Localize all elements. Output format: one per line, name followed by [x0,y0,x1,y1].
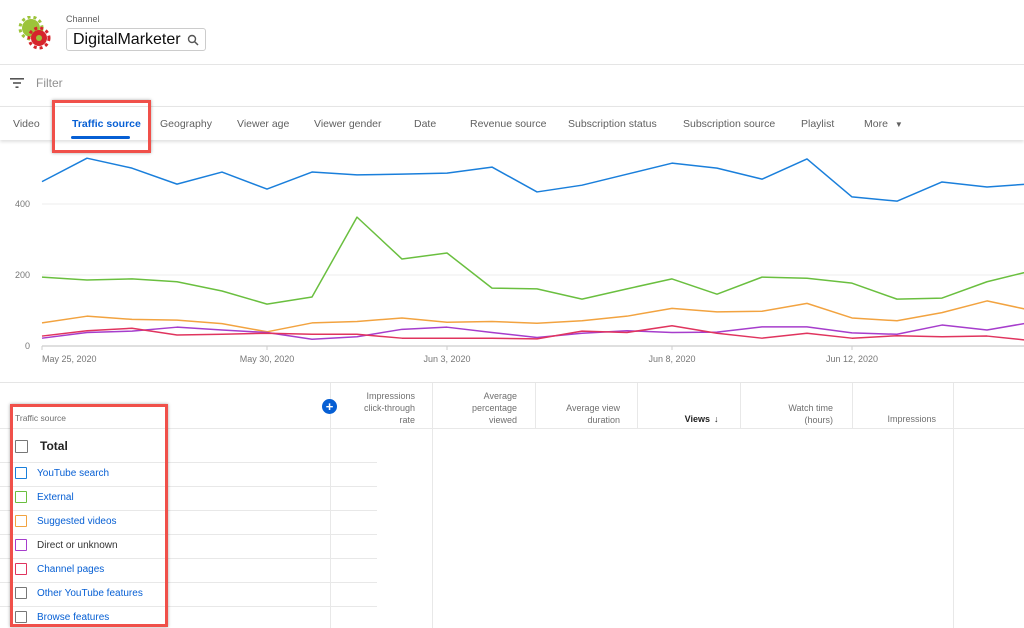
column-divider [330,383,331,628]
tab-subscription-source[interactable]: Subscription source [683,118,775,130]
filter-bar[interactable]: Filter [10,76,63,90]
column-divider [432,383,433,628]
channel-selector[interactable]: DigitalMarketer [66,28,206,51]
column-divider [852,383,853,428]
tab-geography[interactable]: Geography [160,118,212,130]
column-header[interactable]: Impressions [887,413,936,425]
divider [0,382,1024,383]
tab-viewer-gender[interactable]: Viewer gender [314,118,382,130]
series-line-1 [41,216,1024,305]
column-divider [637,383,638,428]
column-header-text: Average [483,391,517,401]
sort-arrow-icon[interactable]: ↓ [714,413,719,425]
channel-logo [18,16,51,50]
column-header-text: click-through [363,403,415,413]
channel-label: Channel [66,14,100,24]
tab-video[interactable]: Video [13,118,40,130]
y-tick-label: 0 [25,341,30,351]
tab-viewer-age[interactable]: Viewer age [237,118,289,130]
tab-subscription-status[interactable]: Subscription status [568,118,657,130]
column-header-text: viewed [488,415,517,425]
column-header-text: duration [587,415,620,425]
x-tick-label: May 30, 2020 [240,354,295,364]
x-tick-label: Jun 8, 2020 [648,354,695,364]
filter-icon[interactable] [10,78,24,88]
x-tick-label: May 25, 2020 [42,354,97,364]
divider [0,64,1024,65]
column-header-text: (hours) [804,415,833,425]
tab-playlist[interactable]: Playlist [801,118,834,130]
x-tick-label: Jun 3, 2020 [423,354,470,364]
column-divider [953,383,954,628]
series-line-2 [41,300,1024,333]
tab-revenue-source[interactable]: Revenue source [470,118,546,130]
series-line-0 [41,157,1024,202]
highlight-box-table [10,404,168,627]
column-header-text: Views [684,414,710,424]
tab-more[interactable]: More ▼ [864,118,903,130]
column-header[interactable]: Average view duration [566,402,620,426]
line-chart: 0 200 400 May 25, 2020 May 30, 2020 Jun 3, 20… [15,157,1024,364]
column-header[interactable]: Watch time (hours) [788,402,833,426]
x-tick-label: Jun 12, 2020 [826,354,878,364]
y-tick-label: 400 [15,199,30,209]
column-header-text: Watch time [788,403,833,413]
channel-name: DigitalMarketer [73,30,181,48]
y-tick-label: 200 [15,270,30,280]
tab-bar: Video Traffic source Geography Viewer ag… [0,106,1024,140]
column-header-text: rate [399,415,415,425]
column-header-text: Average view [566,403,620,413]
column-header[interactable]: Views ↓ [684,413,719,425]
column-header[interactable]: Average percentage viewed [472,390,517,426]
search-icon[interactable] [187,34,199,46]
column-header[interactable]: Impressions click-through rate [364,390,415,426]
caret-down-icon: ▼ [894,120,903,129]
filter-input[interactable]: Filter [36,76,63,90]
column-header-text: percentage [471,403,517,413]
column-header-text: Impressions [366,391,415,401]
tab-date[interactable]: Date [414,118,436,130]
column-divider [740,383,741,428]
more-label: More [864,118,888,130]
column-divider [535,383,536,428]
plus-circle-icon[interactable]: + [322,399,337,414]
column-header-text: Impressions [887,414,936,424]
